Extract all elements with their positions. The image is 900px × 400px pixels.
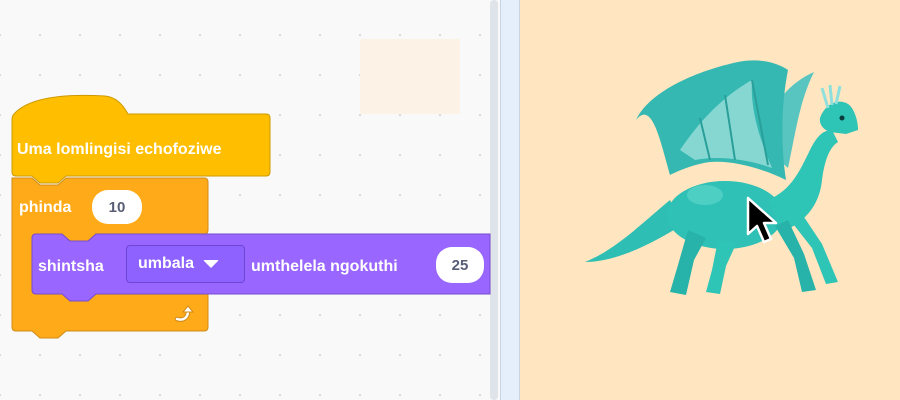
pane-divider[interactable] [500,0,520,400]
code-workspace[interactable]: Uma lomlingisi echofoziwe phinda 10 shin… [0,0,500,400]
block-shapes [11,94,491,339]
caret-down-icon [203,260,220,268]
effect-dropdown[interactable]: umbala [126,245,245,283]
mouse-pointer-icon [746,196,778,244]
repeat-block-label[interactable]: phinda [19,199,71,217]
hat-block-shape [11,94,271,184]
stage[interactable] [520,0,900,400]
dragon-sprite[interactable] [520,0,900,400]
change-effect-prefix-label[interactable]: shintsha [38,258,104,276]
hat-block-label[interactable]: Uma lomlingisi echofoziwe [17,141,221,159]
script-stack[interactable]: Uma lomlingisi echofoziwe phinda 10 shin… [0,0,500,400]
repeat-count-input[interactable]: 10 [92,190,142,224]
effect-amount-input[interactable]: 25 [436,247,484,283]
loop-arrow-icon [174,305,195,322]
change-effect-suffix-label[interactable]: umthelela ngokuthi [251,258,398,276]
effect-dropdown-value: umbala [138,255,195,272]
